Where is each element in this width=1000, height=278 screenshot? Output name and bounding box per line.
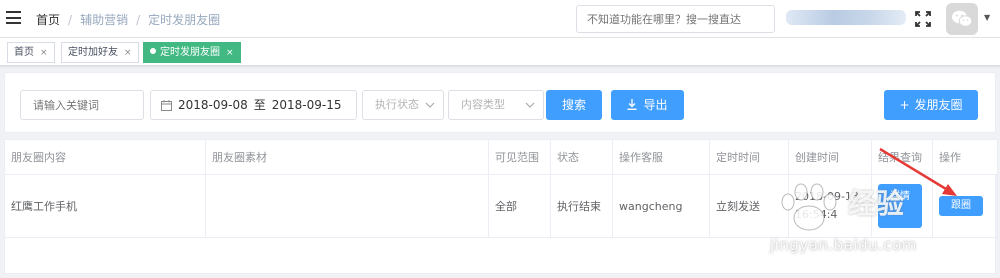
follow-moment-button[interactable]: 跟圈 <box>939 196 983 216</box>
content-type-placeholder: 内容类型 <box>461 98 505 111</box>
cell-schedule: 立刻发送 <box>709 174 789 238</box>
tag-home[interactable]: 首页 × <box>7 42 55 63</box>
tag-label: 定时发朋友圈 <box>160 47 220 58</box>
tag-moments[interactable]: 定时发朋友圈 × <box>143 42 241 63</box>
fullscreen-icon[interactable] <box>914 10 932 28</box>
cell-content: 红鹰工作手机 <box>4 174 206 238</box>
caret-down-icon[interactable]: ▼ <box>984 13 990 22</box>
breadcrumb-current: 定时发朋友圈 <box>148 13 221 27</box>
close-icon[interactable]: × <box>124 48 132 58</box>
column-header: 状态 <box>550 139 613 175</box>
post-moment-label: 发朋友圈 <box>914 98 963 112</box>
keyword-input[interactable] <box>20 90 144 120</box>
download-icon <box>627 99 637 110</box>
column-header: 定时时间 <box>709 139 789 175</box>
tags-view-bar: 首页 × 定时加好友 × 定时发朋友圈 × <box>0 38 1000 66</box>
column-header: 操作客服 <box>612 139 710 175</box>
menu-toggle-icon[interactable] <box>6 11 21 24</box>
breadcrumb: 首页 / 辅助营销 / 定时发朋友圈 <box>36 13 221 27</box>
created-date: 2018-09-13 <box>795 190 859 203</box>
tag-label: 定时加好友 <box>68 47 118 58</box>
top-header: 首页/辅助营销/定时发朋友圈 ▼ <box>0 0 1000 38</box>
close-icon[interactable]: × <box>40 48 48 58</box>
cell-action: 跟圈 <box>932 174 998 238</box>
tag-add-friends[interactable]: 定时加好友 × <box>61 42 139 63</box>
column-header: 朋友圈素材 <box>205 139 489 175</box>
column-header: 操作 <box>932 139 998 175</box>
chevron-down-icon <box>425 102 435 108</box>
moments-table: 朋友圈内容 朋友圈素材 可见范围 状态 操作客服 定时时间 创建时间 结果查询 … <box>4 139 998 238</box>
breadcrumb-marketing[interactable]: 辅助营销 <box>80 13 128 27</box>
date-end: 2018-09-15 <box>271 98 342 112</box>
search-button-label: 搜索 <box>561 98 586 112</box>
date-separator: 至 <box>253 98 266 112</box>
breadcrumb-home[interactable]: 首页 <box>36 13 60 27</box>
post-moment-button[interactable]: + 发朋友圈 <box>884 90 978 120</box>
filter-panel: 2018-09-08 至 2018-09-15 执行状态 内容类型 搜索 导出 + 发… <box>4 72 996 133</box>
cell-created: 2018-09-13 16:54:4 <box>788 174 872 238</box>
export-button-label: 导出 <box>643 98 668 112</box>
avatar[interactable] <box>946 3 978 35</box>
moments-table-panel: 朋友圈内容 朋友圈素材 可见范围 状态 操作客服 定时时间 创建时间 结果查询 … <box>4 139 998 274</box>
global-search-input[interactable] <box>576 5 775 33</box>
plus-icon: + <box>899 98 910 112</box>
column-header: 创建时间 <box>788 139 872 175</box>
status-select-placeholder: 执行状态 <box>375 98 419 111</box>
date-range-picker[interactable]: 2018-09-08 至 2018-09-15 <box>150 90 357 120</box>
status-select[interactable]: 执行状态 <box>362 90 444 120</box>
created-time: 16:54:4 <box>795 208 838 221</box>
cell-operator: wangcheng <box>612 174 710 238</box>
chevron-down-icon <box>525 102 535 108</box>
table-row: 红鹰工作手机 全部 执行结束 wangcheng 立刻发送 2018-09-13… <box>4 174 998 238</box>
date-start: 2018-09-08 <box>178 98 248 112</box>
content-type-select[interactable]: 内容类型 <box>448 90 544 120</box>
search-button[interactable]: 搜索 <box>546 90 602 120</box>
close-icon[interactable]: × <box>226 48 234 58</box>
blurred-user-info <box>786 10 906 25</box>
tag-label: 首页 <box>14 47 34 58</box>
table-header-row: 朋友圈内容 朋友圈素材 可见范围 状态 操作客服 定时时间 创建时间 结果查询 … <box>4 139 998 175</box>
cell-visibility: 全部 <box>488 174 551 238</box>
column-header: 朋友圈内容 <box>4 139 206 175</box>
export-button[interactable]: 导出 <box>611 90 684 120</box>
cell-status: 执行结束 <box>550 174 613 238</box>
active-dot-icon <box>150 48 156 54</box>
cell-result: 详情 <box>871 174 933 238</box>
cell-material <box>205 174 489 238</box>
calendar-icon <box>161 100 172 111</box>
wechat-icon <box>952 10 973 27</box>
details-button[interactable]: 详情 <box>878 184 922 228</box>
column-header: 可见范围 <box>488 139 551 175</box>
column-header: 结果查询 <box>871 139 933 175</box>
